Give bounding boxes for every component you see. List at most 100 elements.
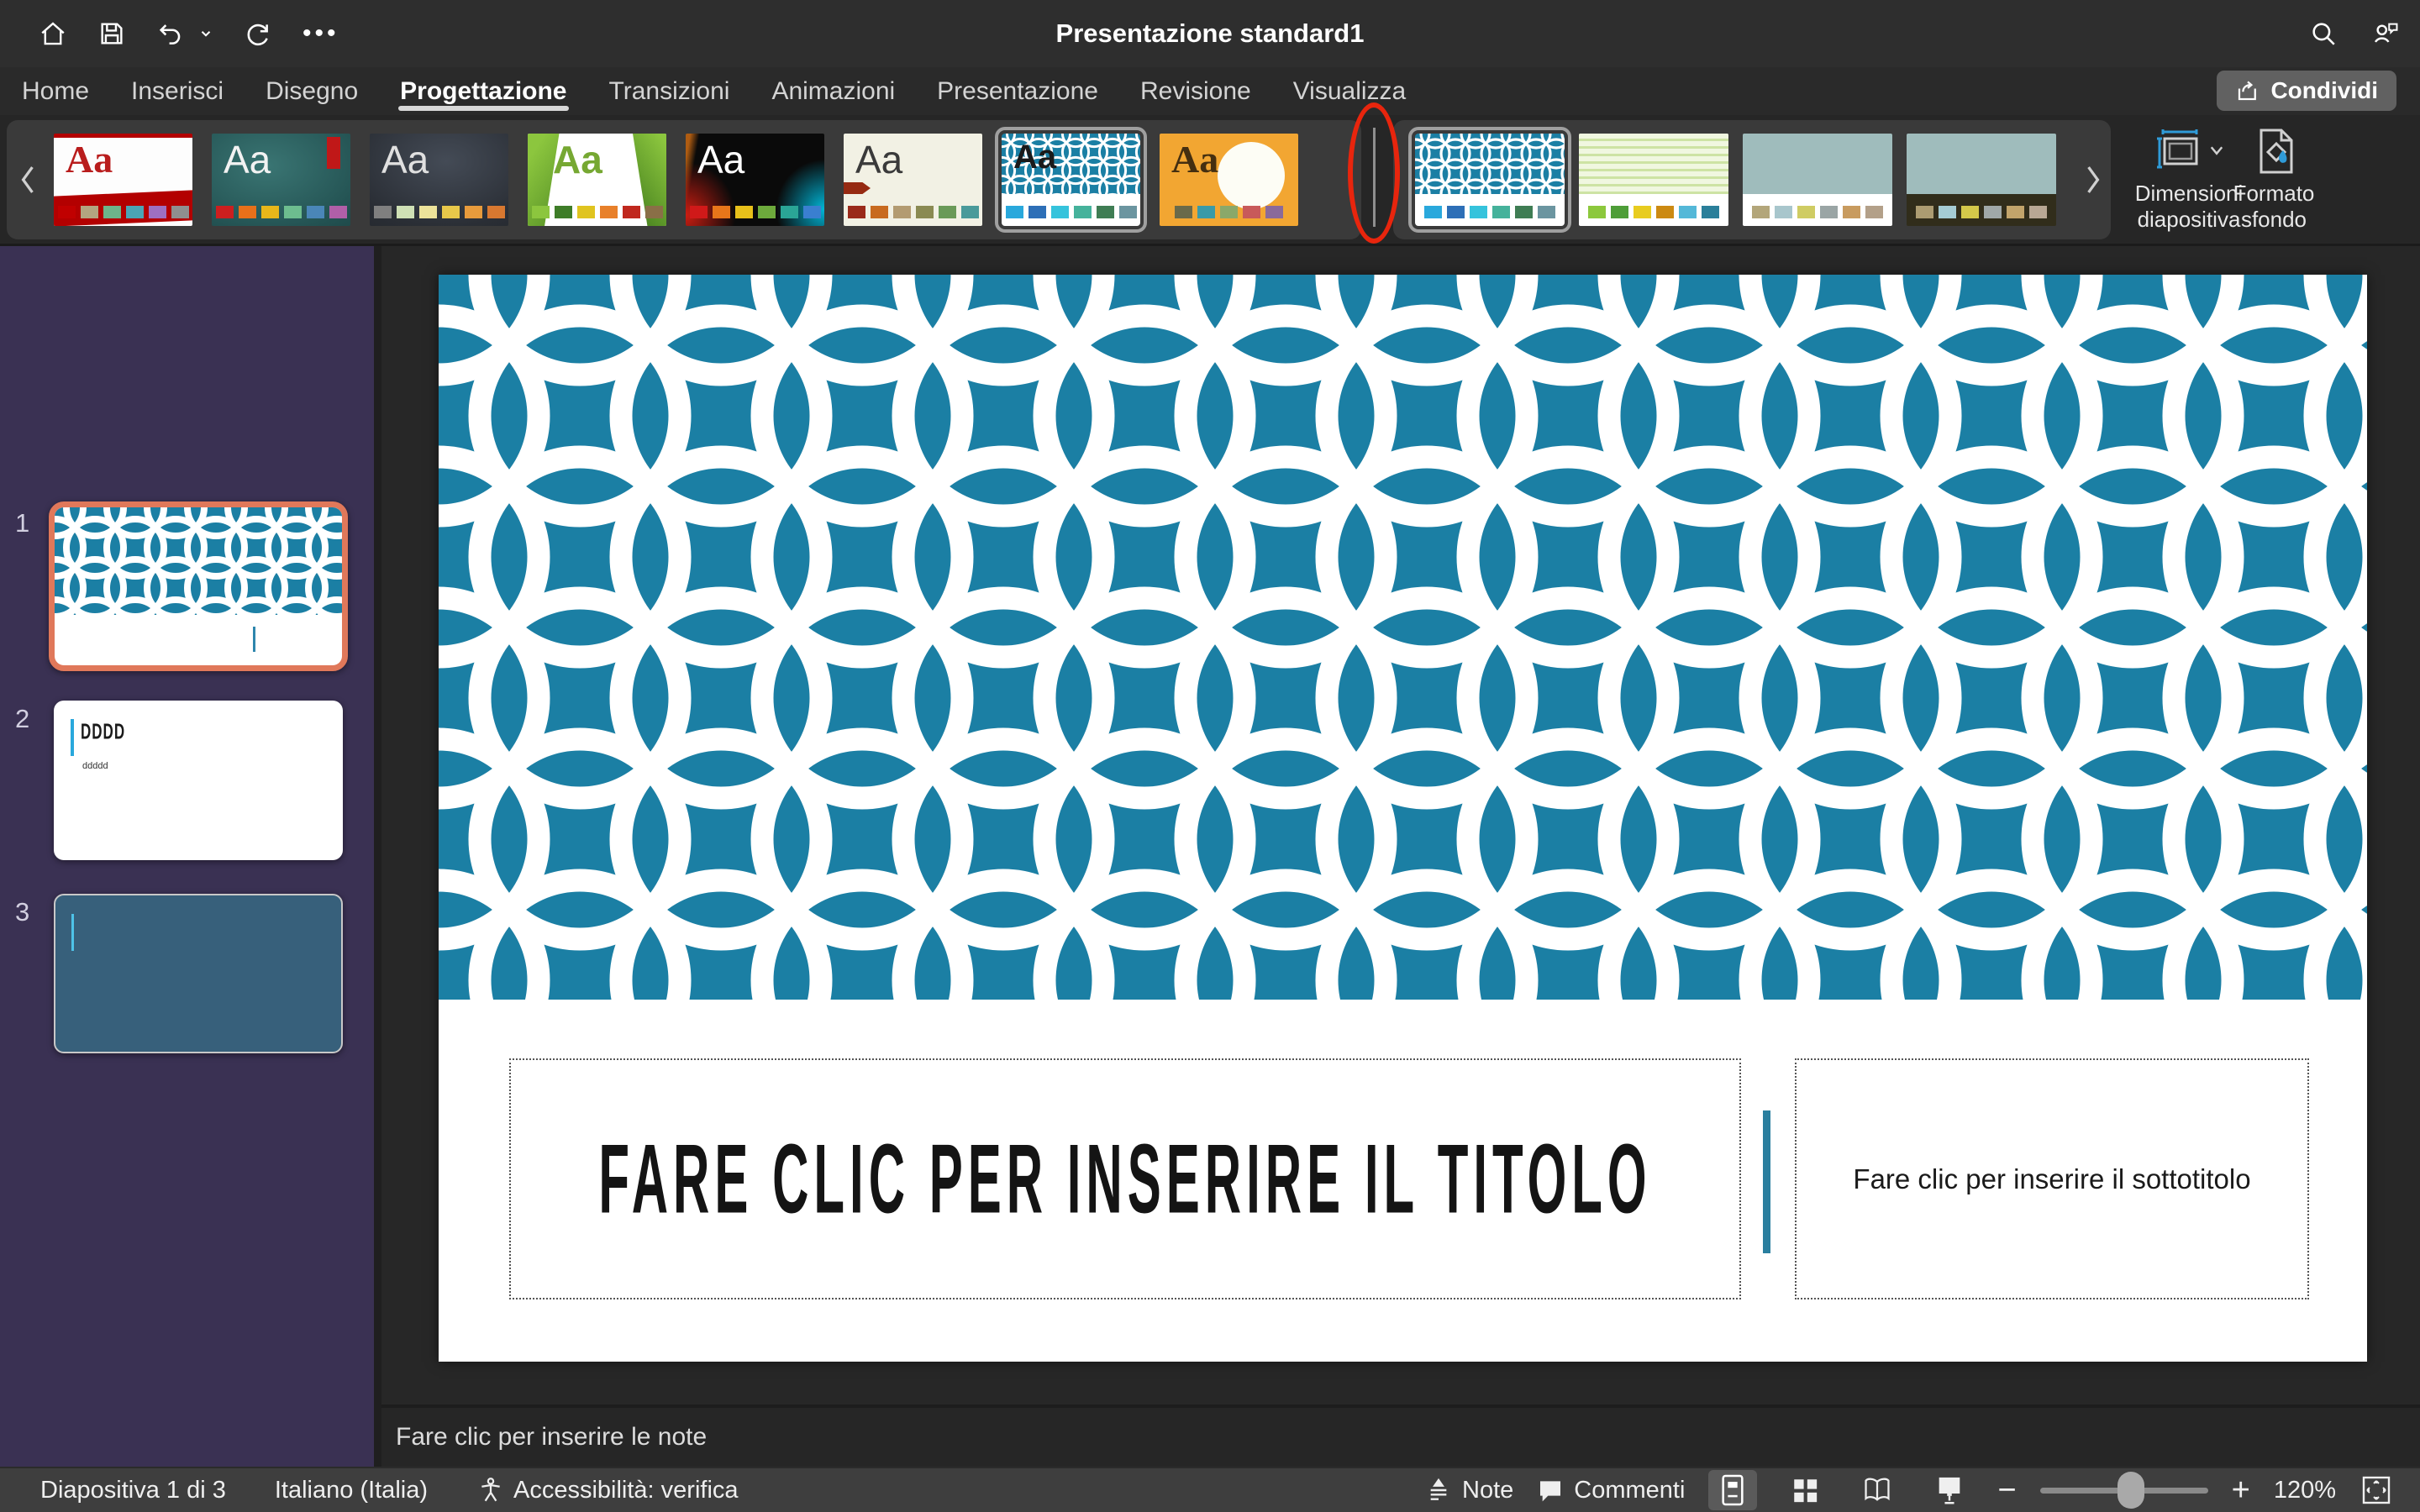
theme-thumbnail-5[interactable]: Aa — [686, 134, 824, 226]
slide-sorter-view-button[interactable] — [1781, 1470, 1829, 1510]
tab-transizioni[interactable]: Transizioni — [609, 67, 730, 115]
theme-thumbnail-2[interactable]: Aa — [212, 134, 350, 226]
theme-palette — [1160, 206, 1298, 218]
palette-swatch — [2029, 206, 2047, 218]
palette-swatch — [1265, 206, 1283, 218]
slide-thumbnail-2[interactable]: DDDD ddddd — [54, 701, 343, 860]
normal-view-button[interactable] — [1708, 1470, 1757, 1510]
rings-pattern — [55, 507, 342, 615]
tab-disegno[interactable]: Disegno — [266, 67, 358, 115]
zoom-slider-handle[interactable] — [2118, 1472, 2144, 1509]
theme-thumbnail-6[interactable]: Aa — [844, 134, 982, 226]
tab-home[interactable]: Home — [22, 67, 89, 115]
variant-thumbnail-4[interactable] — [1907, 134, 2056, 226]
slide-counter[interactable]: Diapositiva 1 di 3 — [40, 1477, 226, 1504]
palette-swatch — [1865, 206, 1883, 218]
thumbnail-body-text: ddddd — [82, 761, 108, 771]
language-indicator[interactable]: Italiano (Italia) — [275, 1477, 428, 1504]
tab-presentazione[interactable]: Presentazione — [937, 67, 1098, 115]
palette-swatch — [893, 206, 911, 218]
theme-aa-label: Aa — [1171, 140, 1218, 179]
palette-swatch — [1984, 206, 2002, 218]
sage-fill — [1907, 134, 2056, 194]
palette-swatch — [465, 206, 482, 218]
palette-swatch — [1243, 206, 1260, 218]
variant-thumbnail-3[interactable] — [1743, 134, 1892, 226]
accessibility-icon — [476, 1476, 505, 1504]
notes-pane[interactable]: Fare clic per inserire le note — [381, 1404, 2420, 1467]
share-button[interactable]: Condividi — [2217, 71, 2396, 111]
thumbnail-title-text: DDDD — [81, 719, 125, 745]
reading-view-button[interactable] — [1853, 1470, 1902, 1510]
tab-progettazione[interactable]: Progettazione — [400, 67, 566, 115]
zoom-level[interactable]: 120% — [2274, 1477, 2336, 1504]
text-cursor — [253, 627, 255, 652]
variant-thumbnail-1-selected[interactable] — [1415, 134, 1565, 226]
comments-icon — [1537, 1477, 1564, 1504]
slide-number: 3 — [15, 897, 29, 927]
palette-swatch — [284, 206, 302, 218]
palette-swatch — [1797, 206, 1815, 218]
palette-swatch — [713, 206, 730, 218]
palette-swatch — [781, 206, 798, 218]
palette-swatch — [1656, 206, 1674, 218]
palette-swatch — [1492, 206, 1510, 218]
variant-palette — [1579, 206, 1728, 218]
theme-thumbnail-7-selected[interactable]: Aa — [1002, 134, 1140, 226]
statusbar: Diapositiva 1 di 3 Italiano (Italia) Acc… — [0, 1467, 2420, 1512]
palette-swatch — [374, 206, 392, 218]
slide-thumbnail-3[interactable] — [54, 894, 343, 1053]
title-placeholder[interactable]: FARE CLIC PER INSERIRE IL TITOLO — [509, 1058, 1741, 1299]
chevron-down-icon — [2208, 142, 2225, 159]
palette-swatch — [216, 206, 234, 218]
palette-swatch — [171, 206, 189, 218]
palette-swatch — [1424, 206, 1442, 218]
theme-aa-label: Aa — [381, 140, 429, 179]
zoom-out-button[interactable]: − — [1997, 1474, 2016, 1506]
variant-thumbnail-2[interactable] — [1579, 134, 1728, 226]
accessibility-status[interactable]: Accessibilità: verifica — [476, 1476, 739, 1504]
gallery-scroll-left-icon[interactable] — [18, 164, 37, 196]
format-background-button[interactable]: Formato sfondo — [2225, 122, 2323, 239]
palette-swatch — [555, 206, 572, 218]
notes-toggle[interactable]: Note — [1425, 1477, 1513, 1504]
rings-pattern — [1415, 134, 1565, 194]
fit-slide-to-window-icon[interactable] — [2360, 1473, 2393, 1507]
theme-thumbnail-4[interactable]: Aa — [528, 134, 666, 226]
theme-thumbnail-8[interactable]: Aa — [1160, 134, 1298, 226]
tab-animazioni[interactable]: Animazioni — [771, 67, 895, 115]
ribbon-design-tab: Aa Aa Aa Aa Aa Aa — [0, 115, 2420, 246]
palette-swatch — [939, 206, 956, 218]
palette-swatch — [58, 206, 76, 218]
document-title: Presentazione standard1 — [0, 0, 2420, 67]
theme-thumbnail-3[interactable]: Aa — [370, 134, 508, 226]
palette-swatch — [126, 206, 144, 218]
presence-people-icon[interactable] — [2371, 19, 2400, 48]
green-pattern — [1579, 134, 1728, 194]
palette-swatch — [1220, 206, 1238, 218]
tab-revisione[interactable]: Revisione — [1140, 67, 1251, 115]
theme-aa-label: Aa — [697, 140, 744, 179]
theme-palette — [1002, 206, 1140, 218]
gallery-scroll-right-icon[interactable] — [2084, 164, 2102, 196]
palette-swatch — [1820, 206, 1838, 218]
palette-swatch — [307, 206, 324, 218]
slide-editor-canvas[interactable]: FARE CLIC PER INSERIRE IL TITOLO Fare cl… — [439, 275, 2367, 1362]
slideshow-view-button[interactable] — [1925, 1470, 1974, 1510]
zoom-slider[interactable] — [2040, 1472, 2208, 1509]
subtitle-placeholder[interactable]: Fare clic per inserire il sottotitolo — [1795, 1058, 2309, 1299]
palette-swatch — [1843, 206, 1860, 218]
slide-thumbnail-1-selected[interactable] — [49, 501, 348, 671]
tab-inserisci[interactable]: Inserisci — [131, 67, 224, 115]
zoom-in-button[interactable]: + — [2232, 1474, 2250, 1506]
ribbon-tabbar: Home Inserisci Disegno Progettazione Tra… — [0, 67, 2420, 115]
palette-swatch — [1119, 206, 1137, 218]
tab-visualizza[interactable]: Visualizza — [1293, 67, 1407, 115]
comments-toggle[interactable]: Commenti — [1537, 1477, 1685, 1504]
theme-thumbnail-1[interactable]: Aa — [54, 134, 192, 226]
accessibility-label: Accessibilità: verifica — [513, 1477, 739, 1504]
palette-swatch — [1538, 206, 1555, 218]
annotation-red-ellipse — [1348, 102, 1400, 244]
slide-accent-divider — [1763, 1110, 1770, 1253]
search-icon[interactable] — [2309, 19, 2338, 48]
